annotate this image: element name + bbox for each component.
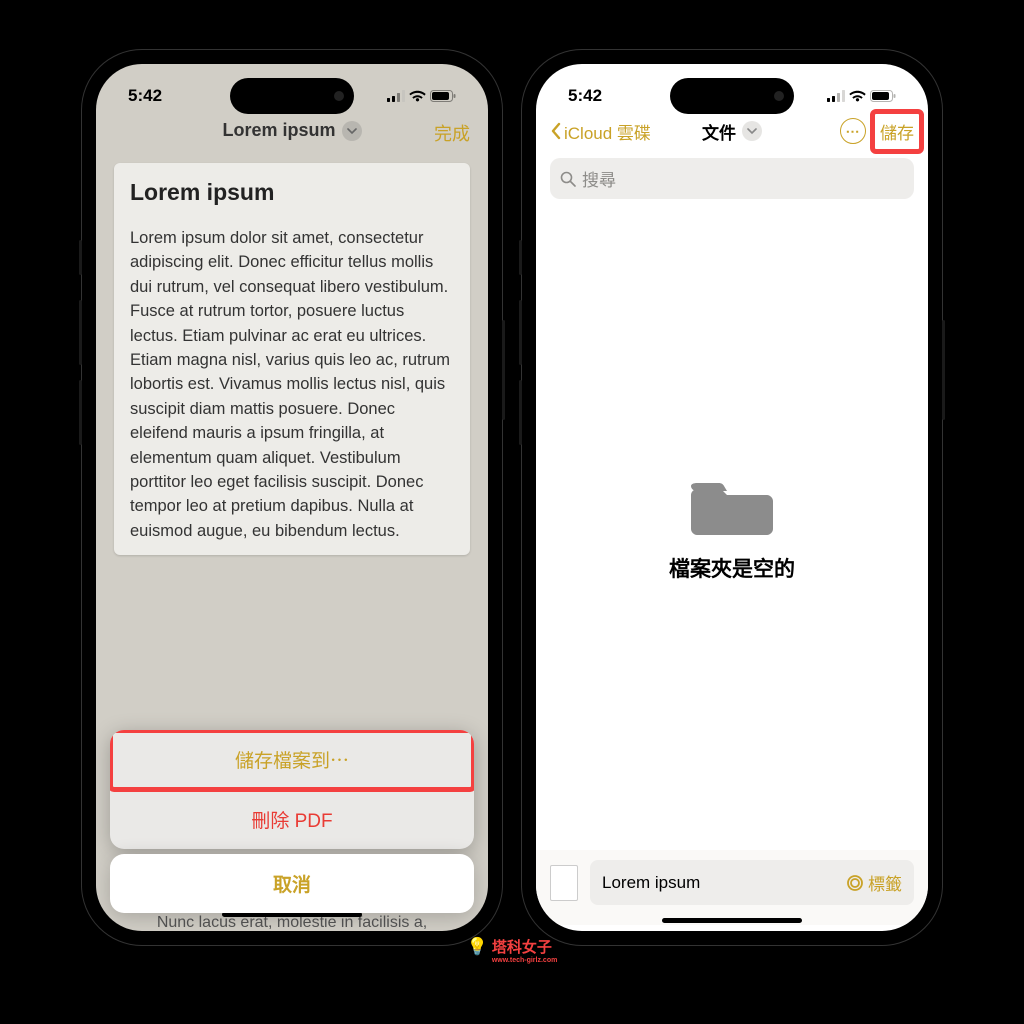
search-icon xyxy=(560,171,576,187)
save-button[interactable]: 儲存 xyxy=(880,124,914,143)
wifi-icon xyxy=(409,90,426,102)
chevron-down-icon xyxy=(347,126,357,136)
volume-button xyxy=(79,300,82,365)
folder-icon xyxy=(691,475,773,537)
home-indicator xyxy=(662,918,802,923)
file-thumbnail xyxy=(550,865,578,901)
done-button[interactable]: 完成 xyxy=(434,120,470,146)
wifi-icon xyxy=(849,90,866,102)
volume-button xyxy=(519,300,522,365)
delete-pdf-button[interactable]: 刪除 PDF xyxy=(110,790,474,849)
phone-left: 5:42 Lorem ipsum 完成 Lorem ipsum L xyxy=(82,50,502,945)
volume-button xyxy=(519,240,522,275)
search-field[interactable]: 搜尋 xyxy=(550,158,914,199)
more-button[interactable]: ⋯ xyxy=(840,118,866,144)
empty-state: 檔案夾是空的 xyxy=(536,207,928,850)
battery-icon xyxy=(430,90,456,102)
battery-icon xyxy=(870,90,896,102)
watermark: 💡 塔科女子 www.tech-girlz.com xyxy=(467,936,558,964)
search-placeholder: 搜尋 xyxy=(582,166,616,191)
empty-text: 檔案夾是空的 xyxy=(669,553,795,583)
ellipsis-icon: ⋯ xyxy=(846,123,861,140)
action-sheet: 儲存檔案到⋯ 刪除 PDF xyxy=(110,730,474,849)
tag-icon xyxy=(846,874,864,892)
tag-label: 標籤 xyxy=(868,870,902,895)
save-file-button[interactable]: 儲存檔案到⋯ xyxy=(110,730,474,790)
back-button[interactable]: iCloud 雲碟 xyxy=(550,119,651,144)
document-preview: Lorem ipsum Lorem ipsum dolor sit amet, … xyxy=(114,163,470,555)
title-menu-button[interactable] xyxy=(742,121,762,141)
back-label: iCloud 雲碟 xyxy=(564,119,651,144)
dynamic-island xyxy=(670,78,794,114)
status-time: 5:42 xyxy=(568,86,602,106)
chevron-left-icon xyxy=(550,122,562,140)
phone-right: 5:42 iCloud 雲碟 文件 xyxy=(522,50,942,945)
doc-body: Lorem ipsum dolor sit amet, consectetur … xyxy=(130,226,454,543)
filename-text: Lorem ipsum xyxy=(602,873,846,893)
power-button xyxy=(942,320,945,420)
title-menu-button[interactable] xyxy=(342,121,362,141)
filename-field[interactable]: Lorem ipsum 標籤 xyxy=(590,860,914,905)
volume-button xyxy=(519,380,522,445)
volume-button xyxy=(79,240,82,275)
cellular-icon xyxy=(387,90,405,102)
status-time: 5:42 xyxy=(128,86,162,106)
power-button xyxy=(502,320,505,420)
tag-button[interactable]: 標籤 xyxy=(846,870,902,895)
bulb-icon: 💡 xyxy=(467,937,488,957)
bottom-bar: Lorem ipsum 標籤 xyxy=(536,850,928,925)
chevron-down-icon xyxy=(747,126,757,136)
doc-title: Lorem ipsum xyxy=(130,179,454,206)
cancel-button[interactable]: 取消 xyxy=(110,854,474,913)
doc-header-title: Lorem ipsum xyxy=(222,120,335,141)
cellular-icon xyxy=(827,90,845,102)
volume-button xyxy=(79,380,82,445)
dynamic-island xyxy=(230,78,354,114)
folder-title: 文件 xyxy=(702,119,762,144)
